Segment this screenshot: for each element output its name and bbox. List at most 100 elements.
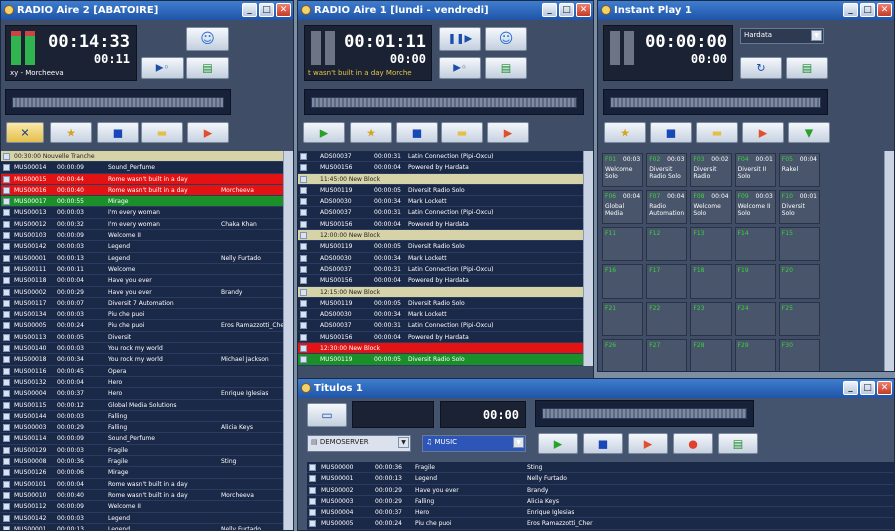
list-row[interactable]: MUS00003 00:00:29 Falling Alicia Keys <box>307 496 894 508</box>
instant-play-cell[interactable]: F18 <box>690 264 732 299</box>
list-row[interactable]: MUS00004 00:00:37 Hero Enrique Iglesias <box>1 388 283 400</box>
delete-button[interactable]: ✕ <box>6 122 44 143</box>
skip-button[interactable]: ▶ <box>628 433 668 454</box>
maximize-button[interactable]: □ <box>860 381 875 395</box>
instant-play-cell[interactable]: F10 00:01 Diversit Solo <box>778 190 820 225</box>
close-button[interactable]: ✕ <box>576 3 591 17</box>
pause-button[interactable]: ▶◦ <box>141 57 184 79</box>
instant-play-cell[interactable]: F23 <box>690 301 732 336</box>
list-row[interactable]: ADS00037 00:00:31 Latin Connection (Pipi-O… <box>298 207 583 219</box>
instant-play-cell[interactable]: F22 <box>646 301 688 336</box>
list-row[interactable]: MUS00017 00:00:55 Mirage <box>1 196 283 208</box>
instant-play-cell[interactable]: F03 00:02 Diversit Radio <box>690 153 732 188</box>
instant-play-cell[interactable]: F15 <box>778 227 820 262</box>
maximize-button[interactable]: □ <box>860 3 875 17</box>
list-row[interactable]: MUS00119 00:00:05 Diversit Radio Solo <box>298 185 583 197</box>
list-row[interactable]: MUS00015 00:00:44 Rome wasn't built in a d… <box>1 173 283 185</box>
star-button[interactable]: ★ <box>604 122 646 143</box>
instant-play-cell[interactable]: F25 <box>778 301 820 336</box>
download-button[interactable]: ▼ <box>788 122 830 143</box>
list-row[interactable]: ADS00030 00:00:34 Mark Lockett <box>298 309 583 321</box>
close-button[interactable]: ✕ <box>877 3 892 17</box>
close-button[interactable]: ✕ <box>877 381 892 395</box>
list-row[interactable]: MUS00119 00:00:05 Diversit Radio Solo <box>298 298 583 310</box>
list-row[interactable]: ADS00030 00:00:34 Mark Lockett <box>298 196 583 208</box>
instant-play-cell[interactable]: F17 <box>646 264 688 299</box>
progress-bar[interactable] <box>603 89 828 115</box>
list-row[interactable]: MUS00156 00:00:04 Powered by Hardata <box>298 332 583 344</box>
instant-play-cell[interactable]: F27 <box>646 338 688 371</box>
list-row[interactable]: ADS00037 00:00:31 Latin Connection (Pipi-O… <box>298 151 583 163</box>
user-button[interactable]: ☺ <box>186 27 229 51</box>
select-button[interactable]: ▤ <box>485 57 527 79</box>
list-row[interactable]: MUS00118 00:00:04 Have you ever <box>1 275 283 287</box>
list-row[interactable]: MUS00156 00:00:04 Powered by Hardata <box>298 162 583 174</box>
list-row[interactable]: MUS00112 00:00:09 Welcome II <box>1 501 283 513</box>
list-row[interactable]: 12:00:00 New Block <box>298 230 583 242</box>
list-row[interactable]: MUS00002 00:00:29 Have you ever Brandy <box>307 485 894 496</box>
list-row[interactable]: MUS00116 00:00:45 Opera <box>1 366 283 377</box>
list-row[interactable]: MUS00142 00:00:03 Legend <box>1 241 283 253</box>
instant-play-cell[interactable]: F29 <box>734 338 776 371</box>
list-row[interactable]: MUS00103 00:00:09 Welcome II <box>1 230 283 242</box>
instant-play-cell[interactable]: F05 00:04 Rakel <box>778 153 820 188</box>
record-button[interactable]: ● <box>673 433 713 454</box>
list-row[interactable]: MUS00016 00:00:40 Rome wasn't built in a d… <box>1 184 283 197</box>
list-row[interactable]: MUS00119 00:00:05 Diversit Radio Solo <box>298 241 583 253</box>
window-titlebar[interactable]: Titulos 1 _ □ ✕ <box>298 379 894 398</box>
star-button[interactable]: ★ <box>350 122 392 143</box>
stop-button[interactable]: ■ <box>650 122 692 143</box>
scrollbar[interactable] <box>583 151 593 366</box>
instant-play-cell[interactable]: F02 00:03 Diversit Radio Solo <box>646 153 688 188</box>
window-titlebar[interactable]: RADIO Aire 2 [ABATOIRE] _ □ ✕ <box>1 1 293 20</box>
stop-button[interactable]: ■ <box>97 122 139 143</box>
instant-play-cell[interactable]: F12 <box>646 227 688 262</box>
progress-bar[interactable] <box>535 400 754 427</box>
instant-play-cell[interactable]: F11 <box>602 227 644 262</box>
list-row[interactable]: MUS00111 00:00:11 Welcome <box>1 264 283 276</box>
list-row[interactable]: MUS00156 00:00:04 Powered by Hardata <box>298 275 583 287</box>
list-row[interactable]: MUS00119 00:00:05 Diversit Radio Solo <box>298 354 583 366</box>
list-row[interactable]: MUS00012 00:00:32 I'm every woman Chaka Kha… <box>1 219 283 231</box>
stop-button[interactable]: ■ <box>396 122 438 143</box>
instant-play-cell[interactable]: F20 <box>778 264 820 299</box>
user-button[interactable]: ☺ <box>485 27 527 51</box>
list-row[interactable]: MUS00001 00:00:13 Legend Nelly Furtado <box>1 253 283 264</box>
instant-play-cell[interactable]: F06 00:04 Global Media <box>602 190 644 225</box>
list-row[interactable]: MUS00114 00:00:09 Sound_Perfume <box>1 433 283 445</box>
maximize-button[interactable]: □ <box>559 3 574 17</box>
list-row[interactable]: ADS00037 00:00:31 Latin Connection (Pipi-O… <box>298 320 583 332</box>
select-button[interactable]: ▤ <box>786 57 828 79</box>
window-titlebar[interactable]: RADIO Aire 1 [lundi - vendredi] _ □ ✕ <box>298 1 593 20</box>
list-row[interactable]: 12:30:00 New Block <box>298 343 583 355</box>
list-row[interactable]: MUS00117 00:00:07 Diversit 7 Automation <box>1 298 283 310</box>
list-row[interactable]: MUS00005 00:00:24 Piu che puoi Eros Ramazzo… <box>307 518 894 530</box>
list-row[interactable]: MUS00014 00:00:09 Sound_Perfume <box>1 162 283 174</box>
play-button[interactable]: ▶ <box>538 433 578 454</box>
scrollbar[interactable] <box>884 151 894 371</box>
instant-play-cell[interactable]: F26 <box>602 338 644 371</box>
list-row[interactable]: MUS00144 00:00:03 Falling <box>1 411 283 423</box>
list-row[interactable]: MUS00132 00:00:04 Hero <box>1 377 283 389</box>
list-row[interactable]: MUS00101 00:00:04 Rome wasn't built in a d… <box>1 479 283 490</box>
list-row[interactable]: ADS00030 00:00:34 Mark Lockett <box>298 253 583 264</box>
instant-play-cell[interactable]: F21 <box>602 301 644 336</box>
progress-bar[interactable] <box>304 89 584 115</box>
view-button[interactable]: ▭ <box>307 403 347 427</box>
select-button[interactable]: ▤ <box>718 433 758 454</box>
instant-play-cell[interactable]: F16 <box>602 264 644 299</box>
minimize-button[interactable]: _ <box>843 381 858 395</box>
list-row[interactable]: MUS00129 00:00:03 Fragile <box>1 445 283 457</box>
play-next-button[interactable]: ▶◦ <box>439 57 481 79</box>
play-button[interactable]: ▶ <box>303 122 345 143</box>
list-row[interactable]: MUS00008 00:00:36 Fragile Sting <box>1 456 283 468</box>
list-row[interactable]: MUS00115 00:00:12 Global Media Solutions <box>1 400 283 411</box>
instant-play-cell[interactable]: F19 <box>734 264 776 299</box>
star-button[interactable]: ★ <box>50 122 92 143</box>
folder-button[interactable]: ▬ <box>441 122 483 143</box>
instant-play-cell[interactable]: F08 00:04 Welcome Solo <box>690 190 732 225</box>
instant-play-cell[interactable]: F30 <box>778 338 820 371</box>
minimize-button[interactable]: _ <box>242 3 257 17</box>
skip-button[interactable]: ▶ <box>187 122 229 143</box>
server-dropdown[interactable]: ▤ DEMOSERVER ▼ <box>307 435 411 452</box>
